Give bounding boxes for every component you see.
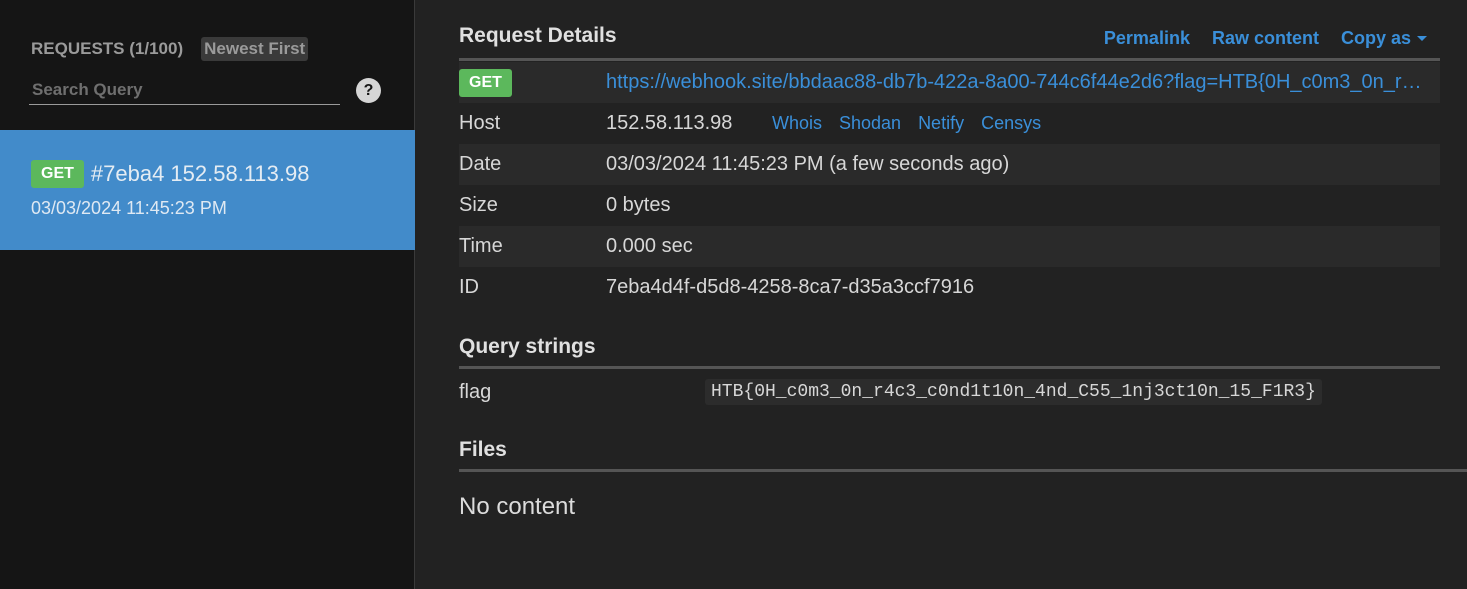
sidebar-header: REQUESTS (1/100) Newest First [31,37,309,61]
host-value: 152.58.113.98 [606,112,733,134]
method-cell: GET [459,68,606,97]
time-row: Time 0.000 sec [459,226,1440,267]
date-row: Date 03/03/2024 11:45:23 PM (a few secon… [459,144,1440,185]
details-table: GET https://webhook.site/bbdaac88-db7b-4… [459,62,1440,308]
request-details-panel: Request Details Permalink Raw content Co… [416,0,1467,589]
request-url-link[interactable]: https://webhook.site/bbdaac88-db7b-422a-… [606,71,1440,94]
url-cell: https://webhook.site/bbdaac88-db7b-422a-… [606,71,1440,94]
id-value: 7eba4d4f-d5d8-4258-8ca7-d35a3ccf7916 [606,276,975,298]
query-value: HTB{0H_c0m3_0n_r4c3_c0nd1t10n_4nd_C55_1n… [705,379,1322,405]
details-divider [459,58,1440,61]
method-badge: GET [31,160,84,188]
time-value: 0.000 sec [606,235,693,257]
date-value: 03/03/2024 11:45:23 PM (a few seconds ag… [606,153,1010,175]
query-strings-title: Query strings [459,335,596,358]
request-list-item[interactable]: GET #7eba4 152.58.113.98 03/03/2024 11:4… [0,130,415,250]
requests-count: REQUESTS (1/100) [31,39,184,58]
host-row: Host 152.58.113.98 Whois Shodan Netify C… [459,103,1440,144]
files-divider [459,469,1467,472]
webhook-app: REQUESTS (1/100) Newest First ? GET #7eb… [0,0,1467,589]
date-label: Date [459,153,502,175]
size-row: Size 0 bytes [459,185,1440,226]
id-row: ID 7eba4d4f-d5d8-4258-8ca7-d35a3ccf7916 [459,267,1440,308]
host-cell: 152.58.113.98 Whois Shodan Netify Censys [606,112,1440,135]
caret-down-icon [1417,36,1427,41]
id-label: ID [459,276,479,298]
query-string-row: flag HTB{0H_c0m3_0n_r4c3_c0nd1t10n_4nd_C… [459,375,1440,409]
permalink-link[interactable]: Permalink [1104,28,1190,49]
requests-sidebar: REQUESTS (1/100) Newest First ? GET #7eb… [0,0,415,589]
copy-as-dropdown[interactable]: Copy as [1341,28,1427,49]
copy-as-label: Copy as [1340,28,1411,48]
host-label: Host [459,112,501,134]
search-input[interactable] [29,76,340,105]
method-badge: GET [459,68,512,97]
time-label: Time [459,235,503,257]
size-label: Size [459,194,498,216]
help-icon[interactable]: ? [356,78,381,103]
request-summary: #7eba4 152.58.113.98 [90,161,310,186]
files-title: Files [459,438,507,461]
host-lookup-links: Whois Shodan Netify Censys [772,113,1041,134]
censys-link[interactable]: Censys [981,113,1041,134]
search-row: ? [29,76,381,105]
query-strings-divider [459,366,1440,369]
sort-order-button[interactable]: Newest First [201,37,309,61]
netify-link[interactable]: Netify [918,113,964,134]
request-details-title: Request Details [459,24,617,47]
raw-content-link[interactable]: Raw content [1212,28,1319,49]
request-item-header: GET #7eba4 152.58.113.98 [31,160,309,188]
whois-link[interactable]: Whois [772,113,822,134]
request-timestamp: 03/03/2024 11:45:23 PM [31,198,227,218]
shodan-link[interactable]: Shodan [839,113,901,134]
size-value: 0 bytes [606,194,671,216]
files-empty-text: No content [459,493,576,520]
query-key: flag [459,380,492,403]
url-row: GET https://webhook.site/bbdaac88-db7b-4… [459,62,1440,103]
details-actions: Permalink Raw content Copy as [1104,28,1427,49]
